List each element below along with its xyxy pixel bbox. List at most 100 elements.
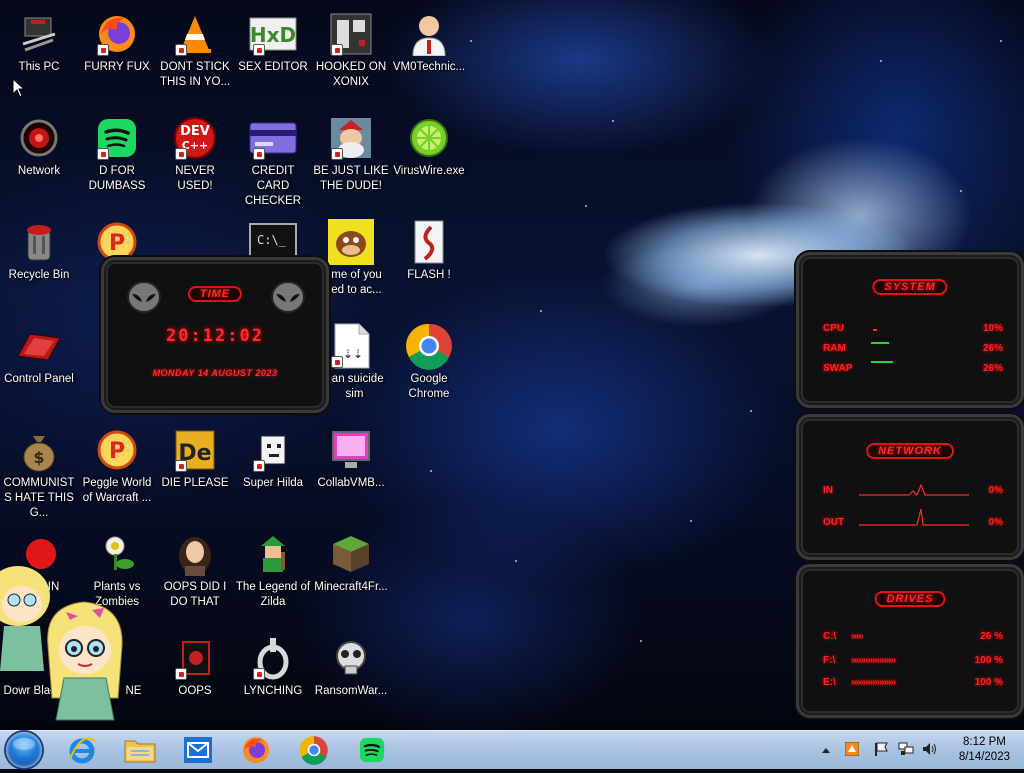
taskbar-internet-explorer[interactable] [60, 734, 104, 766]
taskbar-clock[interactable]: 8:12 PM 8/14/2023 [959, 735, 1010, 765]
taskbar-firefox[interactable] [234, 734, 278, 766]
clock-time: 8:12 PM [963, 736, 1006, 748]
mouse-cursor-icon [12, 77, 26, 103]
chrome-icon [299, 736, 328, 765]
desktop-icon-control-panel[interactable]: Control Panel [0, 316, 78, 387]
desktop-icon-communists[interactable]: $ COMMUNISTS HATE THIS G... [0, 420, 78, 521]
drive-c-value: 26 % [980, 631, 1003, 642]
taskbar-chrome[interactable] [292, 734, 336, 766]
system-gadget[interactable]: SYSTEM CPU 10% RAM 26% SWAP 26% [796, 252, 1024, 408]
orange-app-icon [844, 741, 860, 757]
firefox-icon [93, 10, 141, 58]
svg-text:DEV: DEV [180, 124, 210, 139]
desktop-icon-credit-card-checker[interactable]: CREDIT CARD CHECKER [234, 108, 312, 209]
skull-icon [327, 634, 375, 682]
desktop-icon-never-used[interactable]: DEV C++ NEVER USED! [156, 108, 234, 194]
shortcut-arrow-icon [97, 44, 109, 56]
tray-app-icon[interactable] [844, 741, 860, 757]
shortcut-arrow-icon [253, 44, 265, 56]
desktop-icon-lynching[interactable]: LYNCHING [234, 628, 312, 699]
desktop-icon-google-chrome[interactable]: Google Chrome [390, 316, 468, 402]
chevron-up-icon [822, 748, 830, 753]
dwarf-icon [327, 114, 375, 162]
desktop-icon-super-hilda[interactable]: Super Hilda [234, 420, 312, 491]
de-logo-icon: De [171, 426, 219, 474]
doctor-icon [405, 10, 453, 58]
spotify-icon [359, 737, 385, 763]
desktop-icon-network[interactable]: Network [0, 108, 78, 179]
desktop-icon-peggle-wow[interactable]: P Peggle World of Warcraft ... [78, 420, 156, 506]
network-in-label: IN [823, 485, 833, 496]
desktop-icon-minecraft4free[interactable]: Minecraft4Fr... [312, 524, 390, 595]
drive-f-usage-chevrons: ››››››››››››››››››› [851, 655, 896, 666]
taskbar-mail[interactable] [176, 734, 220, 766]
desktop-icon-ransomware[interactable]: RansomWar... [312, 628, 390, 699]
this-pc-icon [15, 10, 63, 58]
desktop-icon-oops[interactable]: OOPS [156, 628, 234, 699]
time-gadget[interactable]: TIME 20:12:02 MONDAY 14 AUGUST 2023 [101, 257, 329, 413]
desktop-icon-d-for-dumbass[interactable]: D FOR DUMBASS [78, 108, 156, 194]
ram-value: 26% [982, 343, 1003, 354]
desktop-icon-viruswire[interactable]: VirusWire.exe [390, 108, 468, 179]
flag-icon [875, 742, 888, 756]
money-bag-icon: $ [15, 426, 63, 474]
monitor-icon [327, 426, 375, 474]
drives-gadget[interactable]: DRIVES C:\ ››››› 26 % F:\ ››››››››››››››… [796, 564, 1024, 718]
drive-e-value: 100 % [974, 677, 1003, 688]
shortcut-arrow-icon [97, 148, 109, 160]
desktop-icon-sex-editor[interactable]: HxD SEX EDITOR [234, 4, 312, 75]
network-status-button[interactable] [898, 742, 914, 756]
taskbar: 8:12 PM 8/14/2023 [0, 730, 1024, 769]
desktop-icon-die-please[interactable]: De DIE PLEASE [156, 420, 234, 491]
action-center-button[interactable] [874, 742, 888, 756]
internet-explorer-icon [69, 737, 96, 764]
desktop-icon-vm0technician[interactable]: VM0Technic... [390, 4, 468, 75]
desktop-icon-this-pc[interactable]: This PC [0, 4, 78, 75]
network-out-label: OUT [823, 517, 845, 528]
cartoon-dog-icon [327, 218, 375, 266]
credit-card-icon [249, 114, 297, 162]
network-in-graph [859, 483, 969, 497]
network-in-value: 0% [988, 485, 1003, 496]
start-button[interactable] [6, 732, 42, 768]
desktop-icon-hooked-on-xonix[interactable]: HOOKED ON XONIX [312, 4, 390, 90]
desktop-icon-be-just-like-the-dude[interactable]: BE JUST LIKE THE DUDE! [312, 108, 390, 194]
svg-text:$: $ [33, 448, 44, 467]
drive-c-usage-chevrons: ››››› [851, 631, 864, 642]
windows-logo-icon [13, 738, 35, 750]
shortcut-arrow-icon [175, 460, 187, 472]
desktop-icon-legend-of-zilda[interactable]: The Legend of Zilda [234, 524, 312, 610]
cpu-label: CPU [823, 323, 845, 334]
ram-label: RAM [823, 343, 846, 354]
network-out-graph [859, 508, 969, 526]
flash-icon [405, 218, 453, 266]
time-gadget-clock: 20:12:02 [166, 326, 264, 346]
taskbar-spotify[interactable] [350, 734, 394, 766]
desktop-icon-furry-fux[interactable]: FURRY FUX [78, 4, 156, 75]
cpu-value: 10% [982, 323, 1003, 334]
shortcut-arrow-icon [175, 148, 187, 160]
swap-label: SWAP [823, 363, 853, 374]
show-hidden-icons-button[interactable] [820, 743, 832, 757]
system-gadget-title: SYSTEM [872, 279, 948, 295]
shortcut-arrow-icon [253, 148, 265, 160]
desktop-icon-oops-did-i[interactable]: OOPS DID I DO THAT [156, 524, 234, 610]
network-gadget[interactable]: NETWORK IN 0% OUT 0% [796, 414, 1024, 560]
sunflower-icon [93, 530, 141, 578]
vlc-icon [171, 10, 219, 58]
swap-value: 26% [982, 363, 1003, 374]
chrome-icon [405, 322, 453, 370]
desktop-icon-dont-stick[interactable]: DONT STICK THIS IN YO... [156, 4, 234, 90]
volume-button[interactable] [922, 742, 936, 756]
desktop-icon-collabvm[interactable]: CollabVMB... [312, 420, 390, 491]
peggle-icon: P [93, 426, 141, 474]
minecraft-icon [327, 530, 375, 578]
portrait-icon [171, 530, 219, 578]
desktop-icon-flash[interactable]: FLASH ! [390, 212, 468, 283]
pixel-dog-icon [249, 426, 297, 474]
svg-text:P: P [109, 231, 125, 256]
desktop-icon-recycle-bin[interactable]: Recycle Bin [0, 212, 78, 283]
shortcut-arrow-icon [253, 460, 265, 472]
taskbar-file-explorer[interactable] [118, 734, 162, 766]
alien-logo-right-icon [270, 280, 306, 319]
